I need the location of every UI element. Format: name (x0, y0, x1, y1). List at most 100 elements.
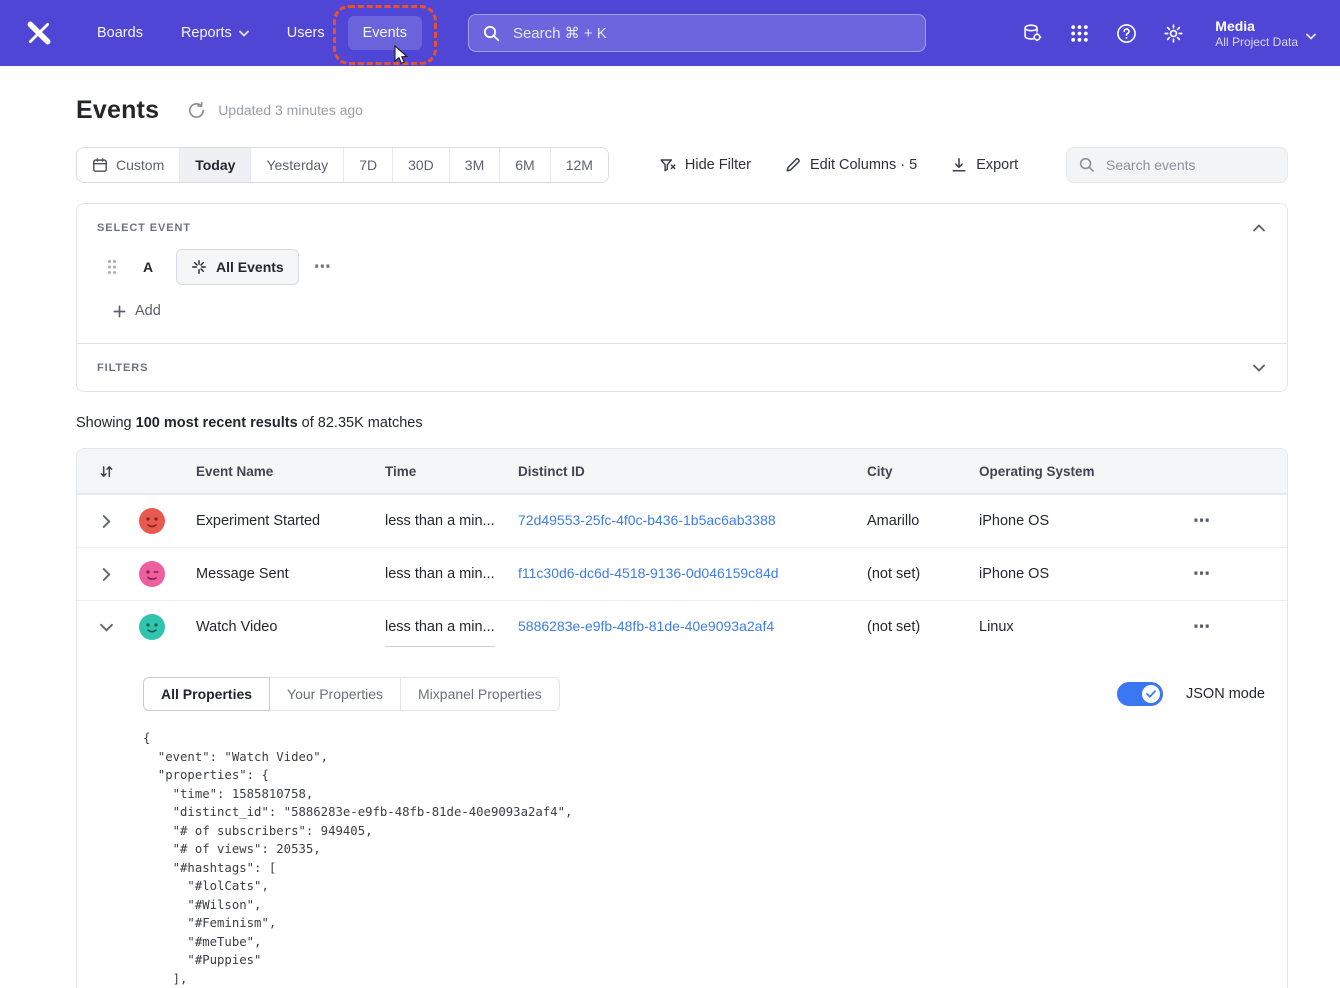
range-12m-label: 12M (566, 157, 593, 173)
avatar (139, 614, 165, 640)
add-event-button[interactable]: Add (105, 297, 169, 325)
help-icon[interactable] (1115, 22, 1137, 44)
nav-item-users-label: Users (287, 25, 325, 41)
cell-os: iPhone OS (979, 513, 1161, 529)
column-header-city[interactable]: City (867, 464, 979, 479)
chevron-right-icon[interactable] (102, 568, 111, 581)
event-json-code: { "event": "Watch Video", "properties": … (143, 729, 1265, 988)
distinct-id-link[interactable]: 72d49553-25fc-4f0c-b436-1b5ac6ab3388 (518, 512, 776, 528)
filters-label: FILTERS (97, 362, 148, 374)
column-header-event-name[interactable]: Event Name (196, 464, 385, 479)
nav-item-events[interactable]: Events (348, 16, 422, 50)
range-custom[interactable]: Custom (77, 148, 179, 182)
event-row-letter: A (142, 259, 154, 275)
distinct-id-link[interactable]: 5886283e-e9fb-48fb-81de-40e9093a2af4 (518, 618, 774, 634)
tab-mixpanel-properties[interactable]: Mixpanel Properties (400, 677, 560, 711)
json-mode-toggle[interactable] (1117, 682, 1163, 706)
chevron-right-icon[interactable] (102, 515, 111, 528)
column-header-distinct-id[interactable]: Distinct ID (518, 464, 867, 479)
sort-icon[interactable] (99, 464, 114, 479)
row-more-button[interactable]: ⋯ (1193, 564, 1287, 584)
add-label: Add (135, 303, 161, 319)
range-6m[interactable]: 6M (499, 148, 549, 182)
nav-item-boards[interactable]: Boards (82, 16, 158, 50)
global-search[interactable] (468, 14, 926, 52)
chevron-down-icon[interactable] (100, 623, 113, 632)
event-row-more-button[interactable]: ⋯ (314, 257, 333, 277)
avatar (139, 561, 165, 587)
settings-gear-icon[interactable] (1162, 22, 1184, 44)
cell-city: (not set) (867, 566, 979, 582)
edit-columns-button[interactable]: Edit Columns · 5 (785, 157, 917, 173)
cell-os: iPhone OS (979, 566, 1161, 582)
project-scope: All Project Data (1215, 35, 1298, 50)
cell-os: Linux (979, 619, 1161, 635)
chevron-down-icon (239, 30, 249, 37)
tab-all-properties[interactable]: All Properties (143, 677, 270, 711)
nav-item-reports[interactable]: Reports (166, 16, 264, 50)
avatar (139, 508, 165, 534)
cell-event-name: Message Sent (196, 566, 385, 582)
range-12m[interactable]: 12M (550, 148, 608, 182)
refresh-icon[interactable] (187, 101, 206, 120)
table-row: Experiment Started less than a min... 72… (77, 494, 1287, 547)
range-30d-label: 30D (408, 157, 434, 173)
data-management-icon[interactable] (1021, 22, 1043, 44)
apps-grid-icon[interactable] (1068, 22, 1090, 44)
nav-item-users[interactable]: Users (272, 16, 340, 50)
table-row: Message Sent less than a min... f11c30d6… (77, 547, 1287, 600)
events-search[interactable] (1066, 147, 1288, 183)
distinct-id-link[interactable]: f11c30d6-dc6d-4518-9136-0d046159c84d (518, 565, 779, 581)
property-tabs: All Properties Your Properties Mixpanel … (143, 677, 560, 711)
select-event-label: SELECT EVENT (97, 222, 191, 234)
row-more-button[interactable]: ⋯ (1193, 617, 1287, 637)
json-mode-label: JSON mode (1186, 686, 1265, 702)
summary-prefix: Showing (76, 415, 136, 431)
range-3m[interactable]: 3M (449, 148, 499, 182)
hide-filter-button[interactable]: Hide Filter (659, 157, 751, 174)
project-switcher[interactable]: Media All Project Data (1215, 17, 1316, 50)
table-header-row: Event Name Time Distinct ID City Operati… (77, 449, 1287, 494)
summary-count: 100 most recent results (136, 415, 298, 431)
summary-suffix: of 82.35K matches (298, 415, 423, 431)
download-icon (951, 157, 967, 173)
events-search-input[interactable] (1104, 156, 1275, 174)
range-30d[interactable]: 30D (392, 148, 449, 182)
nav-item-boards-label: Boards (97, 25, 143, 41)
global-search-input[interactable] (511, 24, 911, 43)
column-header-time[interactable]: Time (385, 464, 518, 479)
query-builder-card: SELECT EVENT A (76, 203, 1288, 392)
event-selector-chip[interactable]: All Events (176, 249, 299, 285)
cell-city: (not set) (867, 619, 979, 635)
hide-filter-label: Hide Filter (685, 157, 751, 173)
time-text: less than a min... (385, 566, 495, 582)
date-range-group: Custom Today Yesterday 7D 30D 3M 6M 12M (76, 147, 609, 183)
export-button[interactable]: Export (951, 157, 1018, 173)
mixpanel-logo[interactable] (24, 18, 54, 48)
tab-your-properties[interactable]: Your Properties (269, 677, 401, 711)
row-more-button[interactable]: ⋯ (1193, 511, 1287, 531)
range-6m-label: 6M (515, 157, 534, 173)
event-detail-panel: All Properties Your Properties Mixpanel … (77, 653, 1287, 988)
range-yesterday[interactable]: Yesterday (250, 148, 343, 182)
search-icon (1079, 157, 1095, 173)
range-custom-label: Custom (116, 157, 164, 173)
search-icon (483, 25, 500, 42)
column-header-os[interactable]: Operating System (979, 464, 1161, 479)
range-7d[interactable]: 7D (343, 148, 392, 182)
chevron-down-icon (1306, 33, 1316, 40)
table-row-expanded: Watch Video less than a min... 5886283e-… (77, 600, 1287, 653)
events-table: Event Name Time Distinct ID City Operati… (76, 448, 1288, 988)
range-7d-label: 7D (359, 157, 377, 173)
nav-item-events-label: Events (363, 25, 407, 41)
results-summary: Showing 100 most recent results of 82.35… (76, 415, 1288, 431)
edit-columns-label: Edit Columns · 5 (810, 157, 917, 173)
range-today-label: Today (195, 157, 235, 173)
all-events-icon (191, 259, 207, 275)
range-today[interactable]: Today (179, 148, 250, 182)
drag-handle-icon[interactable] (107, 259, 119, 275)
plus-icon (113, 305, 126, 318)
filters-section-header[interactable]: FILTERS (77, 343, 1287, 391)
project-name: Media (1215, 17, 1298, 35)
chevron-up-icon[interactable] (1253, 224, 1265, 232)
